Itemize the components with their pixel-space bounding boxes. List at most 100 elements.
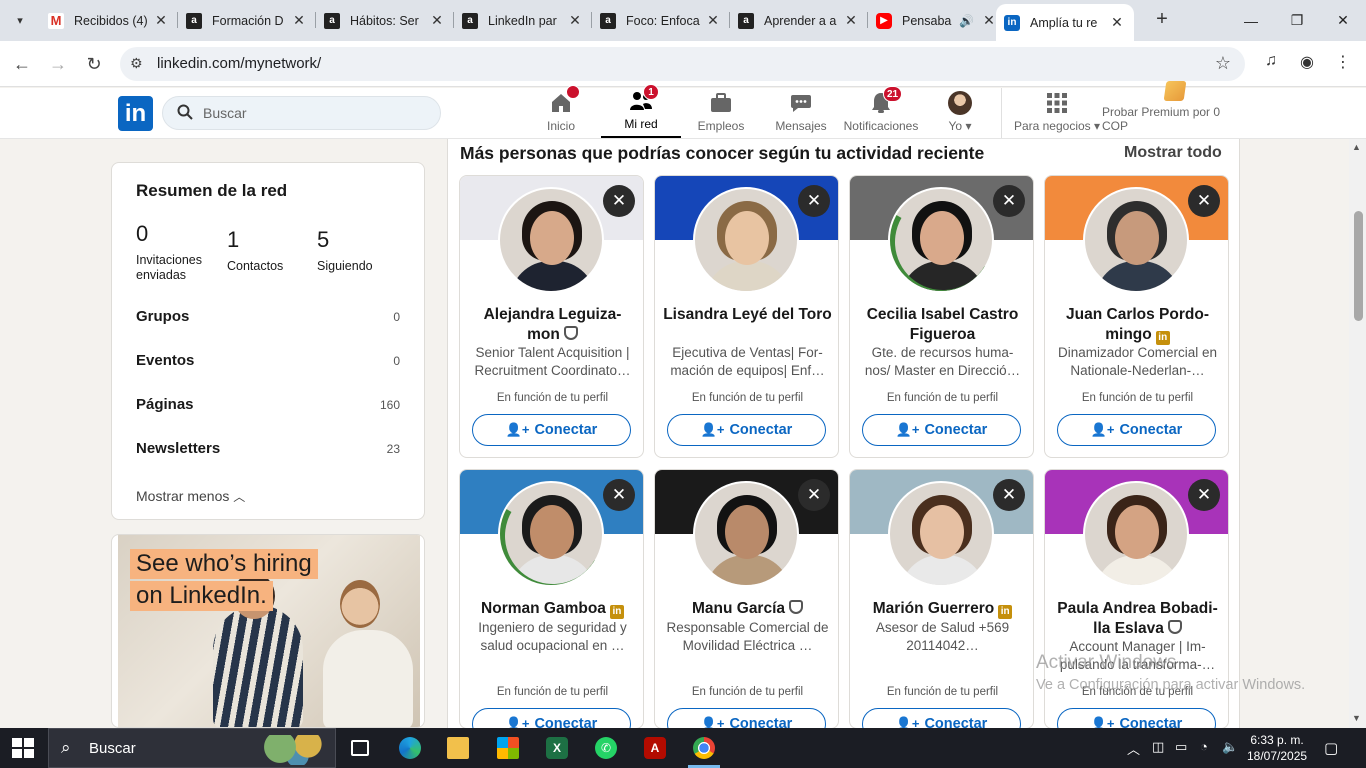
- profile-name[interactable]: Lisandra Leyé del Toro: [663, 305, 832, 325]
- url-text[interactable]: linkedin.com/mynetwork/: [157, 55, 321, 72]
- show-all-button[interactable]: Mostrar todo: [1124, 144, 1222, 162]
- acrobat-icon[interactable]: A: [635, 732, 675, 764]
- connect-button[interactable]: 👤+ Conectar: [862, 708, 1021, 728]
- connect-button[interactable]: 👤+ Conectar: [1057, 708, 1216, 728]
- dismiss-card-button[interactable]: ✕: [603, 185, 635, 217]
- dismiss-card-button[interactable]: ✕: [798, 185, 830, 217]
- dismiss-card-button[interactable]: ✕: [1188, 185, 1220, 217]
- dismiss-card-button[interactable]: ✕: [798, 479, 830, 511]
- suggestion-card[interactable]: ✕ Alejandra Leguiza-mon Senior Talent Acqu…: [459, 175, 644, 458]
- wifi-icon[interactable]: ◔: [1200, 739, 1208, 754]
- network-row-events[interactable]: Eventos 0: [136, 352, 400, 369]
- bookmark-star-icon[interactable]: ☆: [1215, 53, 1231, 74]
- suggestion-card[interactable]: ✕ Lisandra Leyé del Toro Ejecutiva de Vent…: [654, 175, 839, 458]
- new-tab-button[interactable]: +: [1150, 8, 1174, 31]
- connect-button[interactable]: 👤+ Conectar: [667, 708, 826, 728]
- profile-photo[interactable]: [888, 187, 994, 293]
- dismiss-card-button[interactable]: ✕: [993, 185, 1025, 217]
- scroll-down-arrow[interactable]: ▼: [1352, 713, 1361, 723]
- hiring-ad[interactable]: See who’s hiring on LinkedIn.: [111, 534, 425, 728]
- suggestion-card[interactable]: ✕ Norman Gamboa in Ingeniero de seguridad y…: [459, 469, 644, 729]
- profile-name[interactable]: Paula Andrea Bobadi-lla Eslava: [1053, 599, 1222, 639]
- dismiss-card-button[interactable]: ✕: [603, 479, 635, 511]
- back-button[interactable]: ←: [8, 50, 36, 78]
- stat-invitations[interactable]: 0 Invitaciones enviadas: [136, 221, 216, 283]
- browser-tab[interactable]: a LinkedIn par ✕: [454, 4, 592, 37]
- profile-photo[interactable]: [1083, 187, 1189, 293]
- suggestion-card[interactable]: ✕ Marión Guerrero in Asesor de Salud +569 2…: [849, 469, 1034, 729]
- browser-tab[interactable]: M Recibidos (4) ✕: [40, 4, 178, 37]
- nav-me[interactable]: Yo ▾: [940, 88, 980, 138]
- speaker-icon[interactable]: 🔊: [959, 14, 974, 28]
- search-input[interactable]: [203, 103, 423, 123]
- volume-icon[interactable]: 🔈: [1222, 739, 1238, 755]
- connect-button[interactable]: 👤+ Conectar: [1057, 414, 1216, 446]
- tab-close-icon[interactable]: ✕: [152, 12, 170, 29]
- tab-close-icon[interactable]: ✕: [428, 12, 446, 29]
- nav-messages[interactable]: Mensajes: [772, 88, 830, 138]
- profile-name[interactable]: Manu García: [663, 599, 832, 619]
- suggestion-card[interactable]: ✕ Juan Carlos Pordo-mingo in Dinamizador Co…: [1044, 175, 1229, 458]
- network-row-groups[interactable]: Grupos 0: [136, 308, 400, 325]
- browser-tab[interactable]: in Amplía tu re ✕: [996, 4, 1134, 41]
- minimize-button[interactable]: —: [1228, 0, 1274, 41]
- dismiss-card-button[interactable]: ✕: [1188, 479, 1220, 511]
- browser-tab[interactable]: ▶ Pensaba 🔊 ✕: [868, 4, 1006, 37]
- meet-now-icon[interactable]: ◫: [1152, 739, 1164, 755]
- edge-icon[interactable]: [390, 732, 430, 764]
- profile-name[interactable]: Cecilia Isabel Castro Figueroa: [858, 305, 1027, 345]
- browser-tab[interactable]: a Formación D ✕: [178, 4, 316, 37]
- network-row-newsletters[interactable]: Newsletters 23: [136, 440, 400, 457]
- stat-contacts[interactable]: 1 Contactos: [227, 227, 283, 274]
- file-explorer-icon[interactable]: [438, 732, 478, 764]
- stat-following[interactable]: 5 Siguiendo: [317, 227, 373, 274]
- nav-business[interactable]: Para negocios ▾: [1012, 88, 1102, 138]
- tab-search-button[interactable]: ▾: [6, 7, 34, 33]
- tab-close-icon[interactable]: ✕: [1108, 14, 1126, 31]
- search-box[interactable]: [162, 96, 441, 130]
- profile-name[interactable]: Marión Guerrero in: [858, 599, 1027, 619]
- browser-tab[interactable]: a Foco: Enfoca ✕: [592, 4, 730, 37]
- profile-photo[interactable]: [498, 187, 604, 293]
- network-row-pages[interactable]: Páginas 160: [136, 396, 400, 413]
- microsoft-store-icon[interactable]: [488, 732, 528, 764]
- address-bar[interactable]: ⚙ linkedin.com/mynetwork/ ☆: [120, 47, 1245, 81]
- task-view-icon[interactable]: [340, 732, 380, 764]
- profile-photo[interactable]: [498, 481, 604, 587]
- tab-close-icon[interactable]: ✕: [842, 12, 860, 29]
- profile-photo[interactable]: [888, 481, 994, 587]
- site-info-icon[interactable]: ⚙: [130, 55, 143, 72]
- suggestion-card[interactable]: ✕ Cecilia Isabel Castro Figueroa Gte. de r…: [849, 175, 1034, 458]
- notifications-center-icon[interactable]: ▢: [1324, 739, 1338, 757]
- browser-tab[interactable]: a Hábitos: Ser ✕: [316, 4, 454, 37]
- connect-button[interactable]: 👤+ Conectar: [667, 414, 826, 446]
- nav-notifications[interactable]: 21 Notificaciones: [842, 86, 920, 138]
- suggestion-card[interactable]: ✕ Manu García Responsable Comercial de Mov…: [654, 469, 839, 729]
- profile-name[interactable]: Juan Carlos Pordo-mingo in: [1053, 305, 1222, 345]
- close-window-button[interactable]: ✕: [1320, 0, 1366, 41]
- nav-jobs[interactable]: Empleos: [694, 88, 748, 138]
- chrome-icon[interactable]: [684, 732, 724, 768]
- scroll-up-arrow[interactable]: ▲: [1352, 142, 1361, 152]
- menu-icon[interactable]: ⋮: [1332, 52, 1354, 72]
- taskbar-search[interactable]: ⌕ Buscar: [48, 728, 336, 768]
- profile-photo[interactable]: [1083, 481, 1189, 587]
- battery-icon[interactable]: ▭: [1175, 739, 1187, 755]
- connect-button[interactable]: 👤+ Conectar: [862, 414, 1021, 446]
- reload-button[interactable]: ↻: [80, 50, 108, 78]
- whatsapp-icon[interactable]: ✆: [586, 732, 626, 764]
- connect-button[interactable]: 👤+ Conectar: [472, 414, 631, 446]
- restore-button[interactable]: ❐: [1274, 0, 1320, 41]
- tab-close-icon[interactable]: ✕: [704, 12, 722, 29]
- profile-photo[interactable]: [693, 187, 799, 293]
- nav-my-network[interactable]: 1 Mi red: [601, 84, 681, 138]
- tray-chevron-icon[interactable]: ︿: [1127, 739, 1140, 758]
- profile-name[interactable]: Alejandra Leguiza-mon: [468, 305, 637, 345]
- browser-tab[interactable]: a Aprender a a ✕: [730, 4, 868, 37]
- windows-start-icon[interactable]: [12, 738, 34, 758]
- connect-button[interactable]: 👤+ Conectar: [472, 708, 631, 728]
- tab-close-icon[interactable]: ✕: [290, 12, 308, 29]
- linkedin-logo[interactable]: in: [118, 96, 153, 131]
- profile-photo[interactable]: [693, 481, 799, 587]
- profile-name[interactable]: Norman Gamboa in: [468, 599, 637, 619]
